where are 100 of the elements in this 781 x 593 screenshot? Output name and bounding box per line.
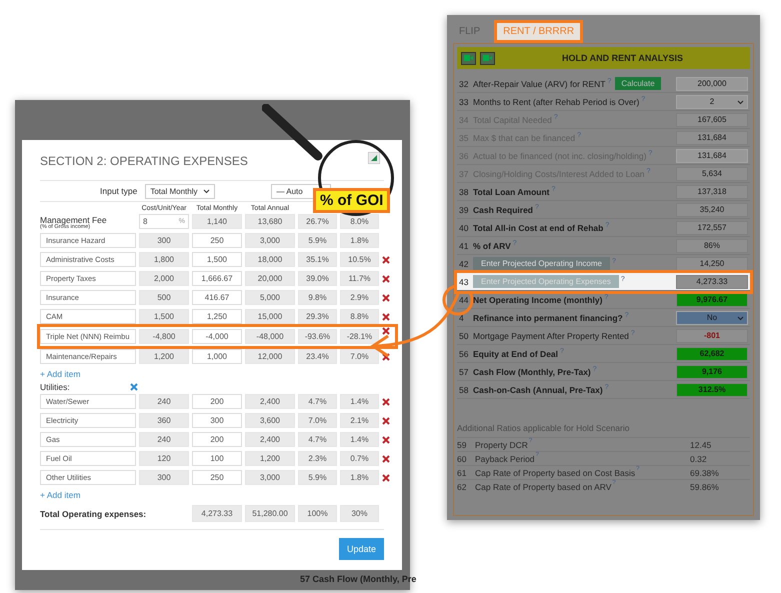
percent-cell: 8.8% (340, 309, 379, 324)
percent-cell: -28.1% (340, 329, 379, 344)
update-button[interactable]: Update (338, 538, 384, 560)
monthly-field[interactable]: 200 (192, 432, 242, 447)
delete-icon[interactable] (130, 383, 138, 391)
delete-icon[interactable] (382, 398, 390, 406)
delete-icon[interactable] (382, 416, 390, 424)
total-cell: 30% (340, 505, 379, 522)
annual-cell: 15,000 (245, 309, 295, 324)
value-select[interactable]: No (676, 310, 748, 324)
monthly-field[interactable]: 1,000 (192, 349, 242, 364)
chevron-icon (203, 188, 210, 194)
row-number: 40 (459, 222, 470, 232)
row-label: Refinance into permanent financing? (473, 312, 623, 322)
delete-icon[interactable] (382, 312, 390, 320)
cost-cell: 1,200 (139, 349, 189, 364)
monthly-field[interactable]: -4,000 (192, 329, 242, 344)
row-label: Cap Rate of Property based on ARV (475, 482, 612, 492)
video-camera-icon[interactable] (461, 52, 476, 64)
percent-cell: 1.8% (340, 470, 379, 485)
row-label: Total Loan Amount (473, 186, 550, 196)
annual-cell: 20,000 (245, 271, 295, 286)
percent-cell: 29.3% (298, 309, 337, 324)
percent-cell: 2.3% (298, 451, 337, 466)
value-field[interactable]: 200,000 (676, 76, 748, 90)
percent-cell: 5.9% (298, 470, 337, 485)
row-label: Cash Flow (Monthly, Pre-Tax) (473, 366, 591, 376)
annual-cell: 3,600 (245, 413, 295, 428)
monthly-field[interactable]: 1,666.67 (192, 271, 242, 286)
percent-cell: 7.0% (298, 413, 337, 428)
total-cell: 100% (298, 505, 337, 522)
value-cell: 5,634 (676, 166, 748, 180)
open-dialog-button[interactable]: Enter Projected Operating Income (473, 257, 610, 270)
percent-cell: 9.8% (298, 290, 337, 305)
row-label: Equity at End of Deal (473, 348, 558, 358)
row-number: 44 (459, 294, 470, 304)
delete-icon[interactable] (382, 274, 390, 282)
percent-cell: 11.7% (340, 271, 379, 286)
value-cell: 131,684 (676, 130, 748, 144)
row-number: 62 (457, 482, 468, 492)
value-field[interactable]: 131,684 (676, 148, 748, 162)
row-number: 32 (459, 78, 470, 88)
row-number: 60 (457, 454, 468, 464)
annual-cell: 12,000 (245, 349, 295, 364)
value-cell: 137,318 (676, 184, 748, 198)
percent-cell: 4.7% (298, 394, 337, 409)
value-cell: -801 (676, 328, 748, 342)
cost-cell: 300 (139, 233, 189, 248)
cost-cell: 120 (139, 451, 189, 466)
value-cell: 35,240 (676, 202, 748, 216)
value-cell: 167,605 (676, 112, 748, 126)
value-select[interactable]: 2 (676, 94, 748, 108)
spreadsheet-icon[interactable] (368, 152, 380, 164)
monthly-field[interactable]: 416.67 (192, 290, 242, 305)
delete-icon[interactable] (382, 294, 390, 302)
magnified-label: % of GOI (313, 188, 390, 213)
delete-icon[interactable] (382, 327, 390, 335)
monthly-field[interactable]: 200 (192, 394, 242, 409)
annual-cell: 2,400 (245, 432, 295, 447)
delete-icon[interactable] (382, 352, 390, 360)
percent-cell: 1.4% (340, 394, 379, 409)
percent-cell: 1.4% (340, 432, 379, 447)
cost-cell: 300 (139, 470, 189, 485)
value-cell: 312.5% (676, 382, 748, 396)
annual-cell: -48,000 (245, 329, 295, 344)
monthly-field[interactable]: 250 (192, 470, 242, 485)
monthly-field[interactable]: 1,500 (192, 252, 242, 267)
add-item-link[interactable]: + Add item (40, 487, 384, 503)
delete-icon[interactable] (382, 436, 390, 444)
row-number: 57 (459, 366, 470, 376)
row-number: 41 (459, 240, 470, 250)
percent-cell: 23.4% (298, 349, 337, 364)
row-number: 58 (459, 384, 470, 394)
magnifier-handle-icon (262, 104, 324, 162)
add-item-link[interactable]: + Add item (40, 366, 384, 382)
total-label: Total Operating expenses: (40, 508, 148, 518)
ratio-value: 59.86% (690, 482, 720, 492)
video-camera-icon[interactable] (480, 52, 495, 64)
input-type-select[interactable]: Total Monthly (145, 184, 216, 198)
delete-icon[interactable] (382, 474, 390, 482)
total-cell: 4,273.33 (192, 505, 242, 522)
monthly-field[interactable]: 250 (192, 233, 242, 248)
chevron-icon (737, 316, 744, 320)
annual-cell: 18,000 (245, 252, 295, 267)
percent-cell: 4.7% (298, 432, 337, 447)
delete-icon[interactable] (382, 454, 390, 462)
row-number: 43 (459, 276, 470, 286)
monthly-field[interactable]: 100 (192, 451, 242, 466)
row-label: % of ARV (473, 240, 511, 250)
row-number: 50 (459, 330, 470, 340)
row-label: Mortgage Payment After Property Rented (473, 330, 629, 340)
row-number: 38 (459, 186, 470, 196)
monthly-field[interactable]: 1,250 (192, 309, 242, 324)
row-label: Months to Rent (after Rehab Period is Over) (473, 96, 640, 106)
monthly-field[interactable]: 300 (192, 413, 242, 428)
delete-icon[interactable] (382, 256, 390, 264)
ratio-value: 69.38% (690, 468, 720, 478)
row-label: Payback Period (475, 454, 535, 464)
value-cell: 14,250 (676, 256, 748, 270)
percent-cell: 35.1% (298, 252, 337, 267)
